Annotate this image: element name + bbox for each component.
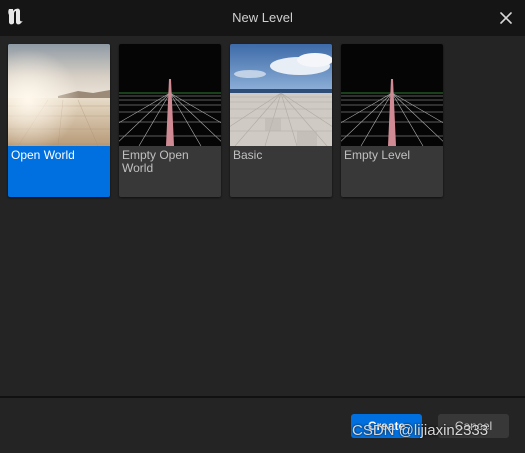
empty-grid-thumbnail (119, 44, 221, 146)
template-tile-open-world[interactable]: Open World (8, 44, 110, 197)
dialog-title: New Level (232, 10, 293, 25)
template-tile-empty-level[interactable]: Empty Level (341, 44, 443, 197)
unreal-engine-logo-icon (4, 5, 28, 29)
new-level-dialog: New Level Open World Empty Open World Ba… (0, 0, 525, 453)
empty-grid-thumbnail (341, 44, 443, 146)
template-label: Basic (233, 148, 263, 162)
template-tile-empty-open-world[interactable]: Empty Open World (119, 44, 221, 197)
watermark-text: CSDN @lijiaxin2333 (352, 422, 489, 439)
close-icon[interactable] (495, 7, 517, 29)
template-label: Empty Level (344, 148, 411, 162)
template-label: Open World (11, 148, 75, 162)
sky-and-floor-thumbnail (230, 44, 332, 146)
template-tile-basic[interactable]: Basic (230, 44, 332, 197)
title-bar: New Level (0, 0, 525, 36)
desert-landscape-thumbnail (8, 44, 110, 146)
template-grid: Open World Empty Open World Basic Empty … (0, 36, 525, 396)
template-label: Empty Open World (122, 148, 189, 175)
